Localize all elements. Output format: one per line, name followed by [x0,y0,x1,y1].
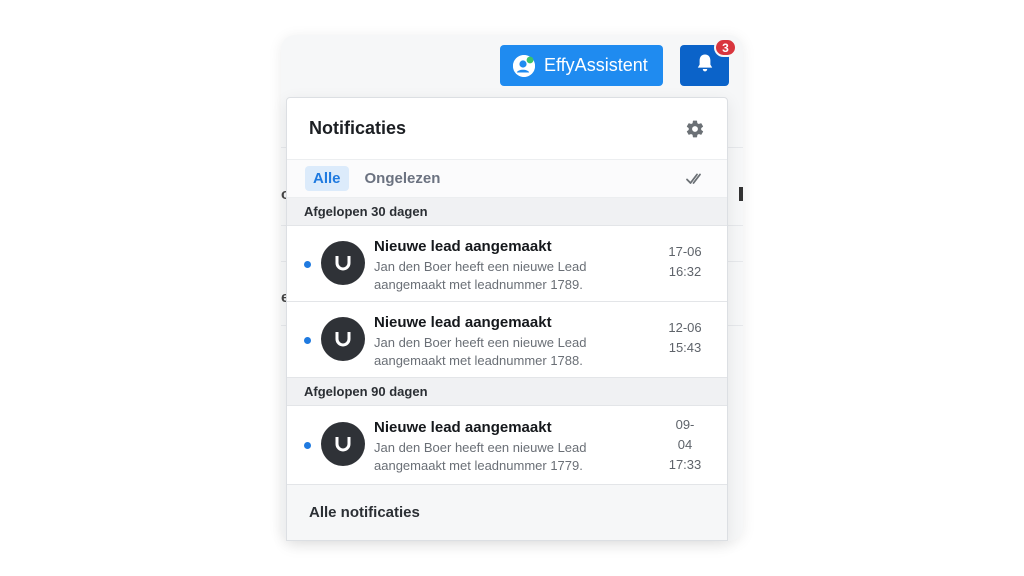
notification-body: Jan den Boer heeft een nieuwe Lead aange… [374,259,587,292]
magnet-logo-icon [321,422,365,466]
notification-title: Nieuwe lead aangemaakt [374,238,552,255]
notification-item[interactable]: Nieuwe lead aangemaakt Jan den Boer heef… [287,302,727,378]
notification-item[interactable]: Nieuwe lead aangemaakt Jan den Boer heef… [287,226,727,302]
unread-dot [304,442,311,449]
user-avatar-icon [513,54,535,77]
time-line: 12-06 [668,320,702,335]
popover-title: Notificaties [309,118,407,138]
notification-tabs: Alle Ongelezen [287,160,727,198]
time-line: 04 [677,437,693,452]
time-line: 15:43 [668,340,702,355]
notification-body: Jan den Boer heeft een nieuwe Lead aange… [374,440,587,473]
unread-dot [304,261,311,268]
notification-body: Jan den Boer heeft een nieuwe Lead aange… [374,335,587,368]
notification-item[interactable]: Nieuwe lead aangemaakt Jan den Boer heef… [287,406,727,485]
section-header: Afgelopen 30 dagen [287,198,727,226]
notifications-popover: Notificaties Alle Ongelezen Afgelopen 30… [286,97,728,541]
gear-icon[interactable] [685,119,705,139]
all-notifications-link[interactable]: Alle notificaties [309,504,420,521]
section-header: Afgelopen 90 dagen [287,378,727,406]
effy-assistant-label: EffyAssistent [544,55,648,75]
magnet-logo-icon [321,317,365,361]
notification-title: Nieuwe lead aangemaakt [374,314,552,331]
bell-icon [696,53,714,78]
time-line: 17-06 [668,244,702,259]
unread-dot [304,337,311,344]
magnet-logo-icon [321,241,365,285]
notification-time: 17-06 16:32 [660,242,710,282]
time-line: 16:32 [668,264,702,279]
notification-count-badge: 3 [714,38,737,57]
notification-title: Nieuwe lead aangemaakt [374,419,552,436]
tab-ongelezen[interactable]: Ongelezen [357,166,449,191]
time-line: 09- [675,417,695,432]
double-check-icon[interactable] [685,170,703,193]
notification-time: 12-06 15:43 [660,318,710,358]
tab-alle[interactable]: Alle [305,166,349,191]
popover-header: Notificaties [287,98,727,160]
time-line: 17:33 [668,457,702,472]
bg-truncated-mark [739,187,743,201]
effy-assistant-button[interactable]: EffyAssistent [500,45,663,86]
popover-footer: Alle notificaties [287,484,727,540]
notification-time: 09- 04 17:33 [660,415,710,475]
